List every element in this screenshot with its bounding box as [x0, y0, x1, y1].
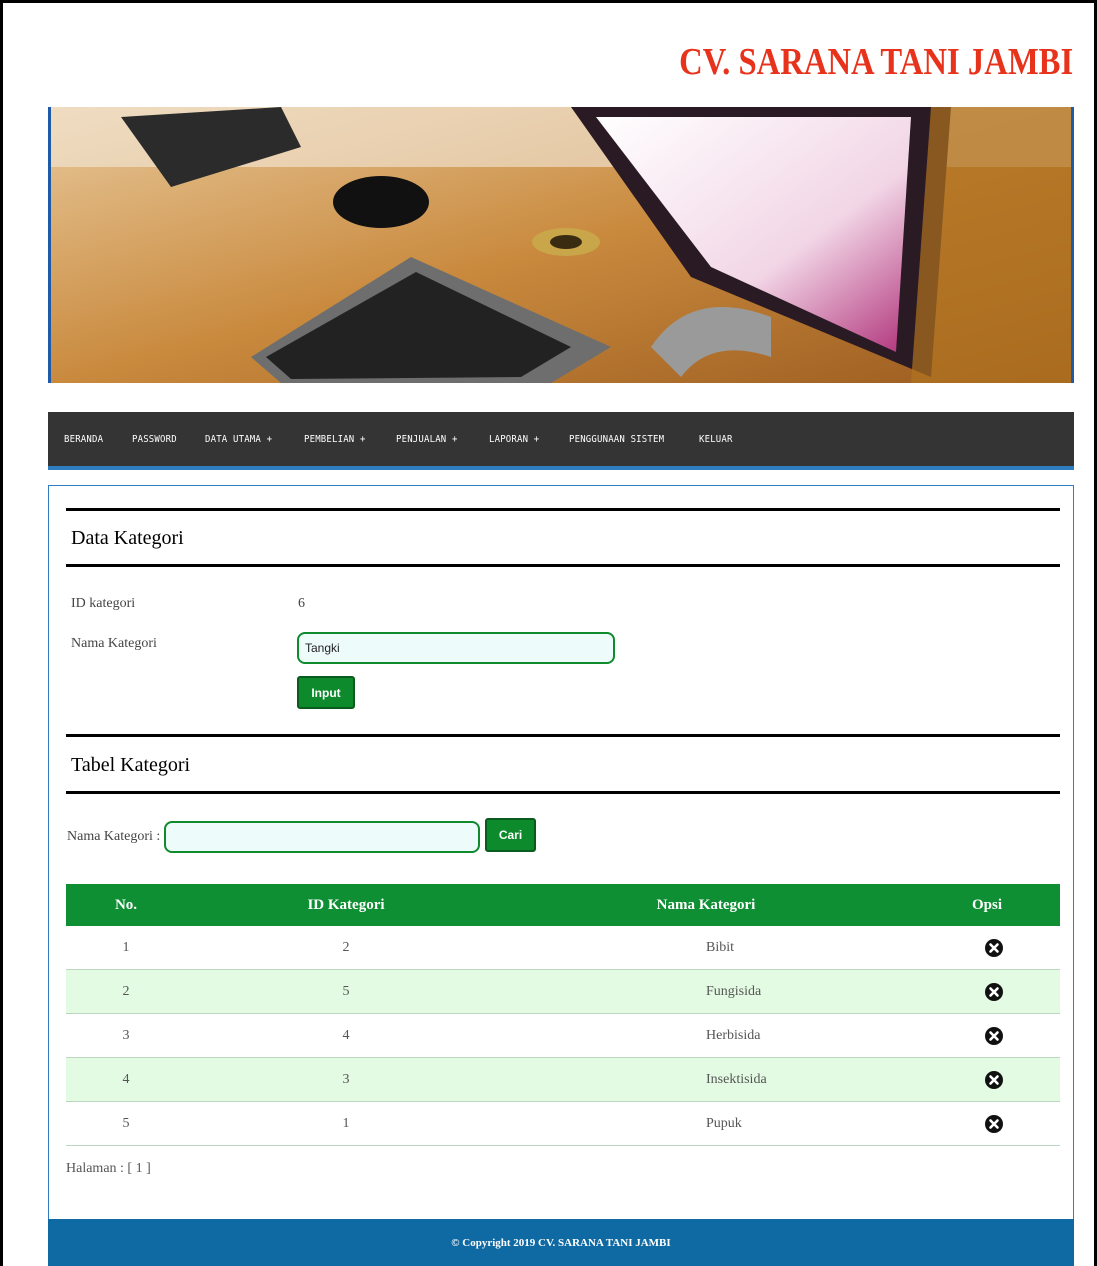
delete-icon[interactable]	[984, 1070, 1004, 1090]
nav-beranda[interactable]: BERANDA	[64, 434, 103, 445]
delete-icon[interactable]	[984, 1114, 1004, 1134]
table-header: No. ID Kategori Nama Kategori Opsi	[66, 884, 1060, 926]
nav-keluar[interactable]: KELUAR	[699, 434, 733, 445]
search-button[interactable]: Cari	[485, 818, 536, 852]
nama-kategori-label: Nama Kategori	[71, 636, 157, 651]
nav-password[interactable]: PASSWORD	[132, 434, 177, 445]
col-opsi: Opsi	[971, 896, 1002, 913]
row-no: 3	[122, 1027, 130, 1043]
row-id: 4	[342, 1027, 350, 1043]
header-banner-image	[48, 107, 1074, 383]
row-name: Herbisida	[706, 1027, 761, 1043]
input-button[interactable]: Input	[297, 676, 355, 709]
delete-icon[interactable]	[984, 938, 1004, 958]
row-name: Pupuk	[706, 1115, 742, 1131]
table-title: Tabel Kategori	[71, 754, 191, 776]
row-name: Insektisida	[706, 1071, 767, 1087]
delete-icon[interactable]	[984, 982, 1004, 1002]
nama-kategori-input[interactable]: Tangki	[297, 632, 615, 664]
site-title: CV. SARANA TANI JAMBI	[678, 41, 1073, 83]
nav-penggunaan-sistem[interactable]: PENGGUNAAN SISTEM	[569, 434, 664, 445]
form-title: Data Kategori	[71, 527, 184, 549]
footer-copyright: © Copyright 2019 CV. SARANA TANI JAMBI	[48, 1219, 1074, 1266]
row-name: Bibit	[706, 939, 735, 955]
row-name: Fungisida	[706, 983, 762, 999]
frame-top-border	[0, 0, 1097, 3]
nav-penjualan[interactable]: PENJUALAN +	[396, 434, 458, 445]
id-kategori-value: 6	[298, 596, 305, 611]
row-no: 4	[122, 1071, 130, 1087]
pagination: Halaman : [ 1 ]	[66, 1161, 151, 1176]
delete-icon[interactable]	[984, 1026, 1004, 1046]
nav-pembelian[interactable]: PEMBELIAN +	[304, 434, 366, 445]
table-row: 2 5 Fungisida	[66, 970, 1060, 1014]
table-row: 4 3 Insektisida	[66, 1058, 1060, 1102]
col-id-kategori: ID Kategori	[307, 896, 385, 913]
row-no: 1	[122, 939, 130, 955]
nav-data-utama[interactable]: DATA UTAMA +	[205, 434, 272, 445]
frame-left-border	[0, 0, 3, 1266]
col-no: No.	[114, 896, 138, 913]
col-nama-kategori: Nama Kategori	[656, 896, 756, 913]
row-id: 2	[342, 939, 350, 955]
main-navbar: BERANDA PASSWORD DATA UTAMA + PEMBELIAN …	[48, 412, 1074, 470]
row-id: 3	[342, 1071, 350, 1087]
row-id: 1	[342, 1115, 350, 1131]
row-id: 5	[342, 983, 350, 999]
id-kategori-label: ID kategori	[71, 596, 136, 611]
table-row: 1 2 Bibit	[66, 926, 1060, 970]
row-no: 2	[122, 983, 130, 999]
row-no: 5	[122, 1115, 130, 1131]
kategori-table: No. ID Kategori Nama Kategori Opsi 1 2 B…	[66, 884, 1060, 1146]
search-label: Nama Kategori :	[67, 829, 161, 844]
table-section-header: Tabel Kategori	[66, 734, 1060, 794]
search-input[interactable]	[164, 821, 480, 853]
table-row: 3 4 Herbisida	[66, 1014, 1060, 1058]
nav-laporan[interactable]: LAPORAN +	[489, 434, 539, 445]
main-content: Data Kategori ID kategori 6 Nama Kategor…	[48, 485, 1074, 1235]
table-row: 5 1 Pupuk	[66, 1102, 1060, 1146]
form-section-header: Data Kategori	[66, 508, 1060, 567]
